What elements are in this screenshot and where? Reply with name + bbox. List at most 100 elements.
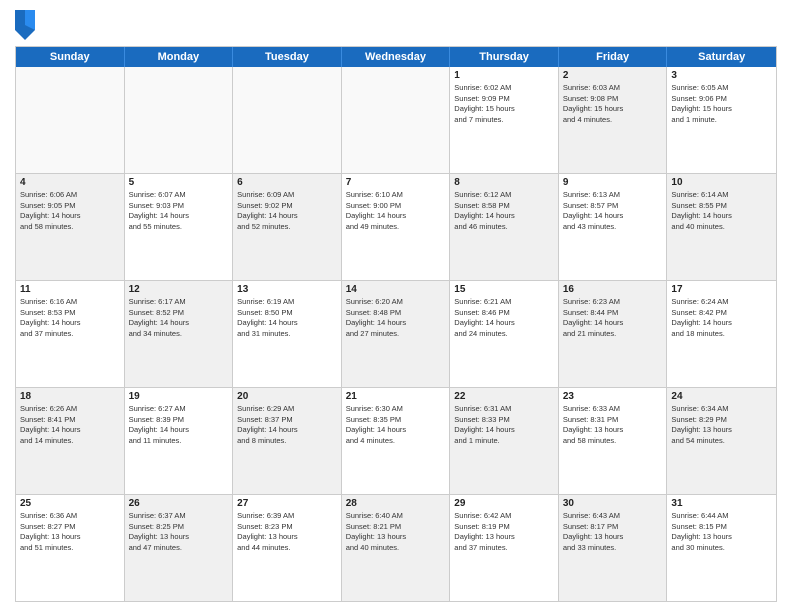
day-number: 15 (454, 284, 554, 295)
calendar-cell: 15 Sunrise: 6:21 AMSunset: 8:46 PMDayligh… (450, 281, 559, 387)
cell-info: Sunrise: 6:20 AMSunset: 8:48 PMDaylight:… (346, 297, 446, 339)
calendar-cell: 17 Sunrise: 6:24 AMSunset: 8:42 PMDayligh… (667, 281, 776, 387)
day-number: 14 (346, 284, 446, 295)
calendar-cell: 25Sunrise: 6:36 AMSunset: 8:27 PMDayligh… (16, 495, 125, 601)
day-number: 21 (346, 391, 446, 402)
calendar-body: 1 Sunrise: 6:02 AMSunset: 9:09 PMDaylight… (16, 67, 776, 601)
cell-info: Sunrise: 6:09 AMSunset: 9:02 PMDaylight:… (237, 190, 337, 232)
calendar-cell: 29 Sunrise: 6:42 AMSunset: 8:19 PMDayligh… (450, 495, 559, 601)
calendar-cell: 31 Sunrise: 6:44 AMSunset: 8:15 PMDayligh… (667, 495, 776, 601)
day-number: 7 (346, 177, 446, 188)
day-number: 29 (454, 498, 554, 509)
cell-info: Sunrise: 6:10 AMSunset: 9:00 PMDaylight:… (346, 190, 446, 232)
calendar-week-3: 11 Sunrise: 6:16 AMSunset: 8:53 PMDayligh… (16, 281, 776, 388)
calendar-cell (16, 67, 125, 173)
day-number: 1 (454, 70, 554, 81)
cell-info: Sunrise: 6:31 AMSunset: 8:33 PMDaylight:… (454, 404, 554, 446)
calendar-cell: 9 Sunrise: 6:13 AMSunset: 8:57 PMDaylight… (559, 174, 668, 280)
calendar-cell: 13 Sunrise: 6:19 AMSunset: 8:50 PMDayligh… (233, 281, 342, 387)
day-number: 10 (671, 177, 772, 188)
logo-icon (15, 10, 35, 40)
cell-info: Sunrise: 6:43 AMSunset: 8:17 PMDaylight:… (563, 511, 663, 553)
day-of-week-sunday: Sunday (16, 47, 125, 67)
calendar-week-4: 18 Sunrise: 6:26 AMSunset: 8:41 PMDayligh… (16, 388, 776, 495)
cell-info: Sunrise: 6:29 AMSunset: 8:37 PMDaylight:… (237, 404, 337, 446)
calendar-cell: 26 Sunrise: 6:37 AMSunset: 8:25 PMDayligh… (125, 495, 234, 601)
cell-info: Sunrise: 6:21 AMSunset: 8:46 PMDaylight:… (454, 297, 554, 339)
day-number: 6 (237, 177, 337, 188)
day-number: 28 (346, 498, 446, 509)
calendar-cell: 2 Sunrise: 6:03 AMSunset: 9:08 PMDaylight… (559, 67, 668, 173)
calendar-cell: 8 Sunrise: 6:12 AMSunset: 8:58 PMDaylight… (450, 174, 559, 280)
day-number: 12 (129, 284, 229, 295)
day-number: 23 (563, 391, 663, 402)
cell-info: Sunrise: 6:44 AMSunset: 8:15 PMDaylight:… (671, 511, 772, 553)
calendar-week-5: 25Sunrise: 6:36 AMSunset: 8:27 PMDayligh… (16, 495, 776, 601)
calendar-cell: 24Sunrise: 6:34 AMSunset: 8:29 PMDayligh… (667, 388, 776, 494)
cell-info: Sunrise: 6:39 AMSunset: 8:23 PMDaylight:… (237, 511, 337, 553)
cell-info: Sunrise: 6:12 AMSunset: 8:58 PMDaylight:… (454, 190, 554, 232)
cell-info: Sunrise: 6:33 AMSunset: 8:31 PMDaylight:… (563, 404, 663, 446)
calendar-cell: 27 Sunrise: 6:39 AMSunset: 8:23 PMDayligh… (233, 495, 342, 601)
day-number: 27 (237, 498, 337, 509)
calendar-cell: 20 Sunrise: 6:29 AMSunset: 8:37 PMDayligh… (233, 388, 342, 494)
day-number: 13 (237, 284, 337, 295)
day-number: 11 (20, 284, 120, 295)
cell-info: Sunrise: 6:06 AMSunset: 9:05 PMDaylight:… (20, 190, 120, 232)
cell-info: Sunrise: 6:16 AMSunset: 8:53 PMDaylight:… (20, 297, 120, 339)
day-number: 4 (20, 177, 120, 188)
cell-info: Sunrise: 6:03 AMSunset: 9:08 PMDaylight:… (563, 83, 663, 125)
day-number: 16 (563, 284, 663, 295)
cell-info: Sunrise: 6:37 AMSunset: 8:25 PMDaylight:… (129, 511, 229, 553)
calendar-cell: 6 Sunrise: 6:09 AMSunset: 9:02 PMDaylight… (233, 174, 342, 280)
cell-info: Sunrise: 6:23 AMSunset: 8:44 PMDaylight:… (563, 297, 663, 339)
calendar-cell: 14 Sunrise: 6:20 AMSunset: 8:48 PMDayligh… (342, 281, 451, 387)
logo (15, 10, 39, 40)
cell-info: Sunrise: 6:42 AMSunset: 8:19 PMDaylight:… (454, 511, 554, 553)
cell-info: Sunrise: 6:19 AMSunset: 8:50 PMDaylight:… (237, 297, 337, 339)
day-of-week-tuesday: Tuesday (233, 47, 342, 67)
calendar-cell: 30 Sunrise: 6:43 AMSunset: 8:17 PMDayligh… (559, 495, 668, 601)
calendar-cell: 1 Sunrise: 6:02 AMSunset: 9:09 PMDaylight… (450, 67, 559, 173)
day-number: 20 (237, 391, 337, 402)
calendar-cell (342, 67, 451, 173)
cell-info: Sunrise: 6:26 AMSunset: 8:41 PMDaylight:… (20, 404, 120, 446)
calendar-cell: 5 Sunrise: 6:07 AMSunset: 9:03 PMDaylight… (125, 174, 234, 280)
day-number: 19 (129, 391, 229, 402)
day-number: 17 (671, 284, 772, 295)
day-of-week-monday: Monday (125, 47, 234, 67)
day-of-week-wednesday: Wednesday (342, 47, 451, 67)
header (15, 10, 777, 40)
day-number: 18 (20, 391, 120, 402)
calendar-week-1: 1 Sunrise: 6:02 AMSunset: 9:09 PMDaylight… (16, 67, 776, 174)
cell-info: Sunrise: 6:13 AMSunset: 8:57 PMDaylight:… (563, 190, 663, 232)
cell-info: Sunrise: 6:24 AMSunset: 8:42 PMDaylight:… (671, 297, 772, 339)
calendar-cell: 21 Sunrise: 6:30 AMSunset: 8:35 PMDayligh… (342, 388, 451, 494)
calendar-cell: 19 Sunrise: 6:27 AMSunset: 8:39 PMDayligh… (125, 388, 234, 494)
day-number: 9 (563, 177, 663, 188)
calendar-cell: 4 Sunrise: 6:06 AMSunset: 9:05 PMDaylight… (16, 174, 125, 280)
calendar-cell: 12 Sunrise: 6:17 AMSunset: 8:52 PMDayligh… (125, 281, 234, 387)
day-number: 3 (671, 70, 772, 81)
cell-info: Sunrise: 6:27 AMSunset: 8:39 PMDaylight:… (129, 404, 229, 446)
calendar-cell (233, 67, 342, 173)
calendar-cell: 23 Sunrise: 6:33 AMSunset: 8:31 PMDayligh… (559, 388, 668, 494)
day-number: 31 (671, 498, 772, 509)
cell-info: Sunrise: 6:02 AMSunset: 9:09 PMDaylight:… (454, 83, 554, 125)
day-number: 2 (563, 70, 663, 81)
cell-info: Sunrise: 6:17 AMSunset: 8:52 PMDaylight:… (129, 297, 229, 339)
calendar-cell: 28Sunrise: 6:40 AMSunset: 8:21 PMDayligh… (342, 495, 451, 601)
day-of-week-friday: Friday (559, 47, 668, 67)
calendar: SundayMondayTuesdayWednesdayThursdayFrid… (15, 46, 777, 602)
calendar-cell: 7 Sunrise: 6:10 AMSunset: 9:00 PMDaylight… (342, 174, 451, 280)
calendar-cell: 11 Sunrise: 6:16 AMSunset: 8:53 PMDayligh… (16, 281, 125, 387)
day-number: 8 (454, 177, 554, 188)
cell-info: Sunrise: 6:07 AMSunset: 9:03 PMDaylight:… (129, 190, 229, 232)
day-number: 24 (671, 391, 772, 402)
day-number: 26 (129, 498, 229, 509)
page: SundayMondayTuesdayWednesdayThursdayFrid… (0, 0, 792, 612)
day-number: 30 (563, 498, 663, 509)
cell-info: Sunrise: 6:30 AMSunset: 8:35 PMDaylight:… (346, 404, 446, 446)
day-number: 5 (129, 177, 229, 188)
calendar-cell: 16 Sunrise: 6:23 AMSunset: 8:44 PMDayligh… (559, 281, 668, 387)
